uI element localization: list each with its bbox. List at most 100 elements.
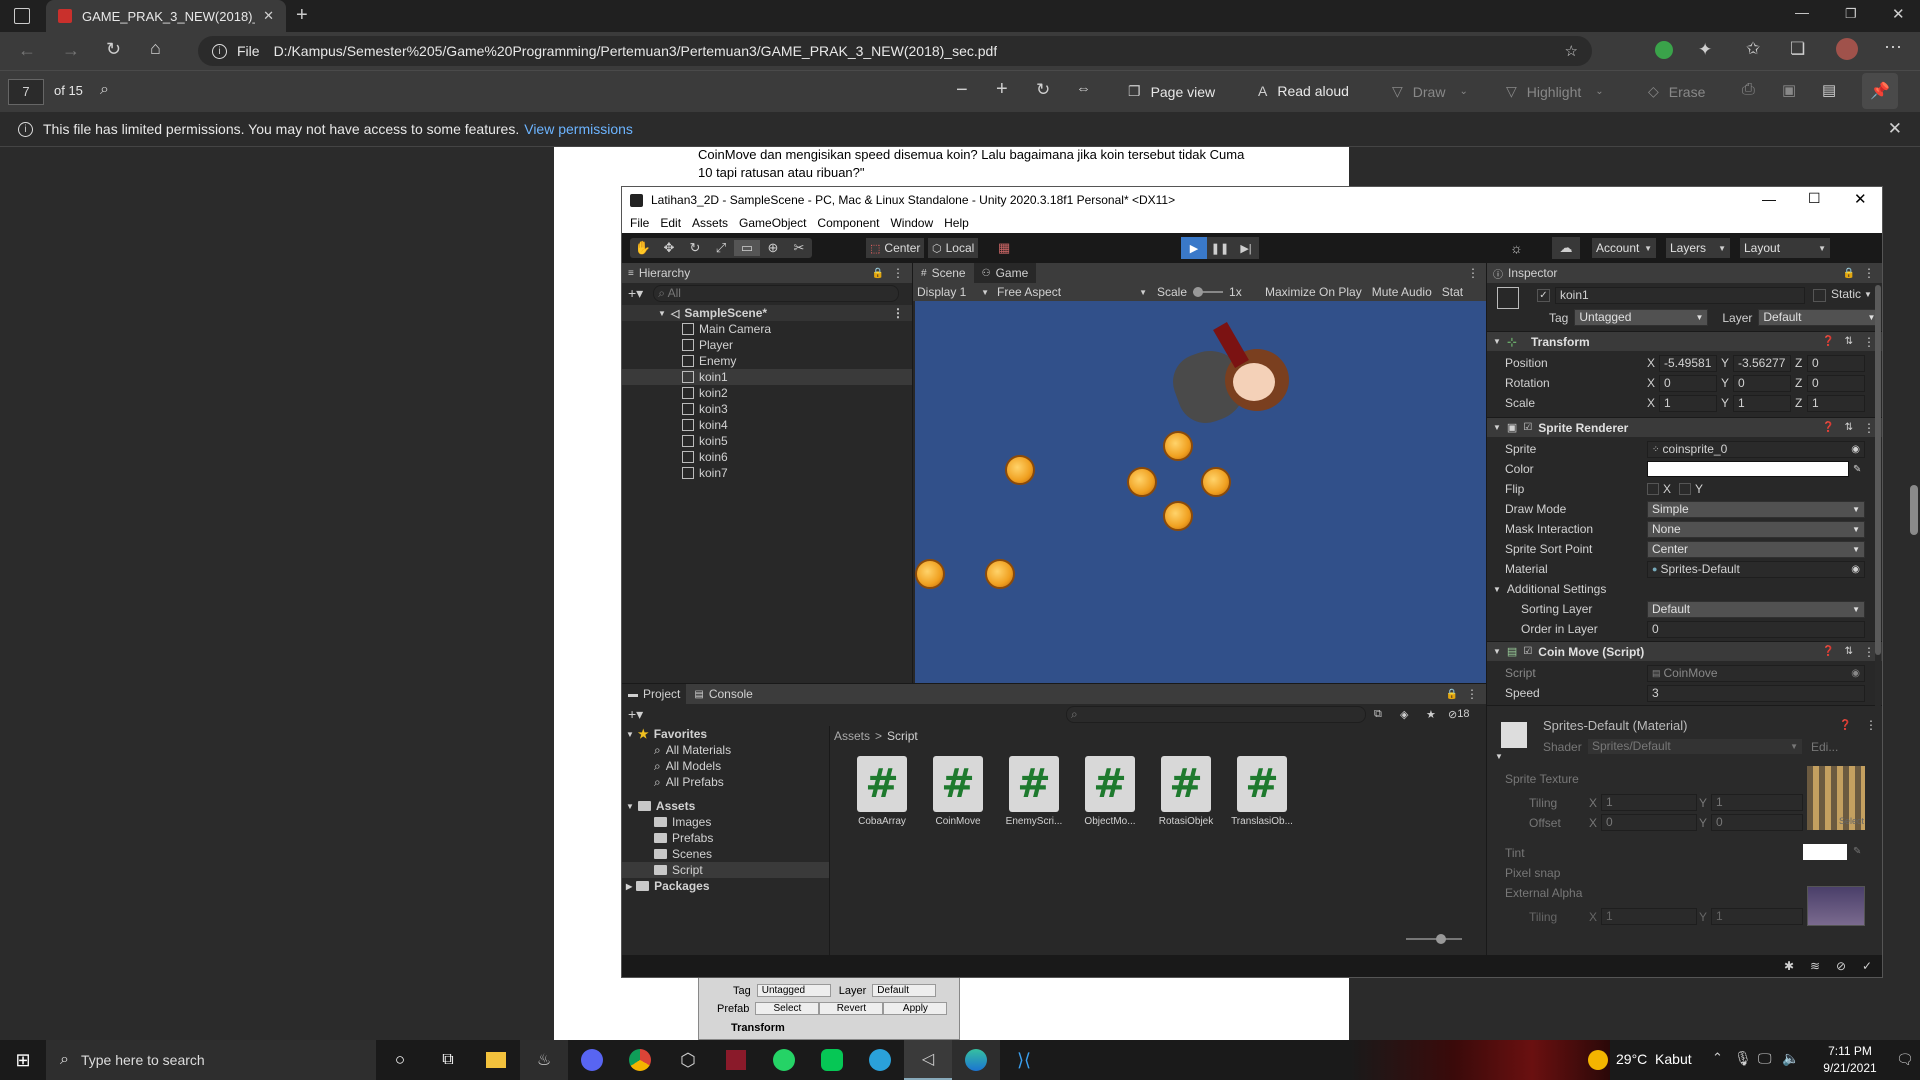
menu-help[interactable]: Help (944, 216, 969, 230)
sprite-renderer-header[interactable]: ▼ ▣ ☑ Sprite Renderer ❓ ⇅ ⋮ (1487, 417, 1882, 437)
chevron-down-icon[interactable]: ▼ (626, 730, 634, 739)
position-z-field[interactable]: 0 (1807, 354, 1865, 372)
view-permissions-link[interactable]: View permissions (524, 121, 633, 137)
chrome-icon[interactable] (616, 1049, 664, 1071)
object-picker-icon[interactable]: ◉ (1851, 562, 1860, 577)
rotation-z-field[interactable]: 0 (1807, 374, 1865, 392)
forward-icon[interactable]: → (62, 40, 80, 61)
chevron-right-icon[interactable]: ▶ (626, 882, 632, 891)
draw-mode-dropdown[interactable]: Simple ▼ (1647, 500, 1865, 518)
kebab-menu-icon[interactable]: ⋮ (892, 306, 904, 320)
draw-button[interactable]: ▽ Draw ⌄ (1392, 83, 1468, 100)
pause-button[interactable]: ❚❚ (1207, 237, 1233, 259)
asset-folder[interactable]: Script (622, 862, 829, 878)
auto-generate-icon[interactable]: ⊘ (1836, 959, 1846, 973)
preset-icon[interactable]: ⇅ (1845, 646, 1853, 657)
custom-tool-icon[interactable]: ✂ (786, 240, 812, 256)
tint-swatch[interactable] (1803, 844, 1847, 860)
favorite-add-icon[interactable]: ☆ (1565, 42, 1578, 60)
volume-icon[interactable]: 🔈 (1782, 1050, 1799, 1067)
icon-size-slider-thumb[interactable] (1436, 934, 1446, 944)
chevron-down-icon[interactable]: ▼ (626, 802, 634, 811)
sprite-field[interactable]: ⁘ coinsprite_0 ◉ (1647, 440, 1865, 458)
kebab-menu-icon[interactable]: ⋮ (892, 266, 904, 280)
tab-actions-icon[interactable] (14, 8, 30, 24)
script-asset[interactable]: # ObjectMo... (1072, 756, 1148, 827)
more-icon[interactable]: ⋯ (1884, 37, 1902, 58)
position-y-field[interactable]: -3.56277 (1733, 354, 1791, 372)
eyedropper-icon[interactable]: ✎ (1853, 846, 1861, 857)
eyedropper-icon[interactable]: ✎ (1853, 464, 1861, 475)
scrollbar-thumb[interactable] (1910, 485, 1918, 535)
layer-dropdown[interactable]: Default ▼ (1758, 309, 1881, 326)
pdf-scrollbar[interactable] (1908, 147, 1920, 1040)
browser-tab[interactable]: GAME_PRAK_3_NEW(2018)_sec.p ✕ (46, 0, 286, 32)
hierarchy-item[interactable]: koin7 (622, 465, 912, 481)
help-icon[interactable]: ❓ (1822, 646, 1834, 657)
fit-width-icon[interactable]: ⇔ (1076, 80, 1091, 97)
hierarchy-item[interactable]: koin3 (622, 401, 912, 417)
restore-window-icon[interactable]: ❐ (1845, 6, 1857, 22)
status-ok-icon[interactable]: ✓ (1862, 959, 1872, 973)
kebab-menu-icon[interactable]: ⋮ (1863, 266, 1875, 280)
position-x-field[interactable]: -5.49581 (1659, 354, 1717, 372)
transform-header[interactable]: ▼ ⊹ Transform ❓ ⇅ ⋮ (1487, 331, 1882, 351)
static-dropdown[interactable]: Static ▼ (1831, 287, 1872, 301)
breadcrumb-leaf[interactable]: Script (887, 729, 918, 743)
weather-text[interactable]: 29°C Kabut (1616, 1051, 1692, 1067)
refresh-icon[interactable]: ↻ (106, 39, 121, 60)
discord-icon[interactable] (568, 1049, 616, 1071)
kebab-menu-icon[interactable]: ⋮ (1863, 645, 1875, 659)
script-asset[interactable]: # CobaArray (844, 756, 920, 827)
pivot-center-button[interactable]: ⬚ Center (866, 238, 925, 258)
preset-icon[interactable]: ⇅ (1845, 336, 1853, 347)
minimize-window-icon[interactable]: — (1762, 191, 1776, 207)
stats-toggle[interactable]: Stat (1432, 285, 1463, 299)
read-aloud-button[interactable]: A Read aloud (1258, 83, 1349, 99)
app-icon[interactable] (712, 1050, 760, 1070)
mute-audio-toggle[interactable]: Mute Audio (1362, 285, 1432, 299)
chevron-up-icon[interactable]: ⌃ (1712, 1050, 1723, 1066)
scale-slider-thumb[interactable] (1193, 287, 1204, 297)
order-field[interactable]: 0 (1647, 620, 1865, 638)
scale-slider[interactable]: Scale 1x (1151, 285, 1255, 299)
active-checkbox[interactable]: ✓ (1537, 289, 1550, 302)
menu-assets[interactable]: Assets (692, 216, 728, 230)
scale-tool-icon[interactable]: ⤢ (708, 240, 734, 256)
tiling-y-field[interactable]: 1 (1711, 794, 1803, 811)
menu-edit[interactable]: Edit (660, 216, 681, 230)
zoom-out-icon[interactable]: − (956, 79, 968, 102)
asset-folder[interactable]: Prefabs (622, 830, 829, 846)
clock[interactable]: 7:11 PM 9/21/2021 (1808, 1043, 1892, 1077)
steam-icon[interactable]: ♨ (520, 1040, 568, 1080)
url-field[interactable]: i File D:/Kampus/Semester%205/Game%20Pro… (198, 36, 1592, 66)
scene-root[interactable]: ▼ ◁ SampleScene* ⋮ (622, 305, 912, 321)
coin-move-header[interactable]: ▼ ▤ ☑ Coin Move (Script) ❓ ⇅ ⋮ (1487, 641, 1882, 661)
search-icon[interactable]: ⌕ (100, 81, 109, 99)
transform-tool-icon[interactable]: ⊕ (760, 240, 786, 256)
add-icon[interactable]: +▾ (628, 285, 643, 302)
rotate-tool-icon[interactable]: ↻ (682, 240, 708, 256)
filter-label-icon[interactable]: ◈ (1400, 708, 1408, 721)
extensions-puzzle-icon[interactable]: ✦ (1698, 40, 1712, 60)
kebab-menu-icon[interactable]: ⋮ (1863, 335, 1875, 349)
script-asset[interactable]: # EnemyScri... (996, 756, 1072, 827)
object-picker-icon[interactable]: ◉ (1851, 442, 1860, 457)
edge-icon[interactable] (952, 1040, 1000, 1080)
project-search-input[interactable]: ⌕ (1066, 705, 1366, 723)
mask-dropdown[interactable]: None ▼ (1647, 520, 1865, 538)
tab-project[interactable]: ▬ Project (622, 684, 687, 704)
scale-slider-track[interactable] (1193, 287, 1224, 297)
pivot-local-button[interactable]: ⬡ Local (928, 238, 979, 258)
taskbar-search[interactable]: ⌕ Type here to search (46, 1040, 376, 1080)
favorites-item[interactable]: ⌕ All Models (622, 758, 829, 774)
kebab-menu-icon[interactable]: ⋮ (1863, 421, 1875, 435)
home-icon[interactable]: ⌂ (150, 38, 161, 59)
hierarchy-item[interactable]: koin1 (622, 369, 912, 385)
erase-button[interactable]: ◇ Erase (1648, 83, 1705, 100)
shader-dropdown[interactable]: Sprites/Default ▼ (1587, 738, 1803, 755)
color-swatch[interactable] (1647, 461, 1849, 477)
tab-game[interactable]: ⚇ Game (973, 263, 1037, 283)
packages-header[interactable]: ▶ Packages (622, 878, 829, 894)
scrollbar-thumb[interactable] (1875, 285, 1881, 655)
